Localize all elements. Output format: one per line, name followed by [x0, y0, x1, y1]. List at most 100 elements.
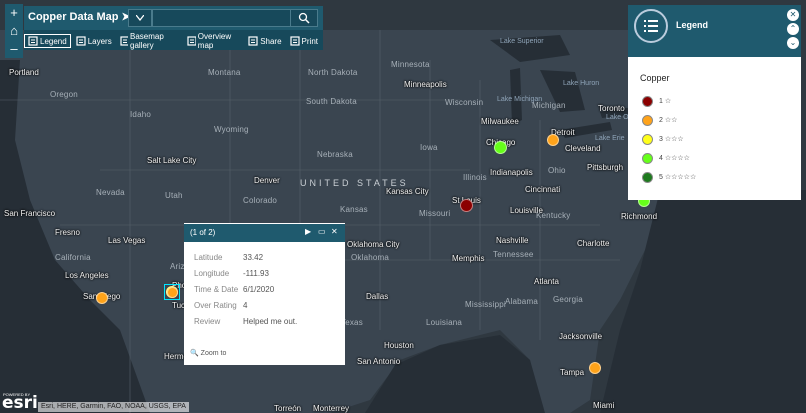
legend-item-label: 2 ☆☆ — [659, 117, 678, 124]
tool-bar: Legend Layers Basemap gallery Overview map S… — [24, 32, 323, 50]
place-label: Illinois — [463, 173, 487, 182]
place-label: Nashville — [496, 236, 529, 245]
toolbar-item-label: Basemap gallery — [130, 32, 164, 50]
legend-item-label: 5 ☆☆☆☆☆ — [659, 174, 697, 181]
place-label: Cleveland — [565, 144, 601, 153]
basemap-icon — [120, 36, 129, 46]
place-label: UNITED STATES — [300, 178, 409, 188]
legend-title: Legend — [676, 20, 709, 30]
place-label: Michigan — [532, 101, 566, 110]
toolbar-item-overview-map[interactable]: Overview map — [184, 32, 243, 50]
place-label: Denver — [254, 176, 280, 185]
search-button[interactable] — [290, 10, 317, 26]
legend-item: 3 ☆☆☆ — [642, 132, 684, 146]
popup-count: (1 of 2) — [190, 228, 216, 237]
place-label: Mississippi — [465, 300, 506, 309]
place-label: Charlotte — [577, 239, 610, 248]
search-source-dropdown[interactable] — [128, 9, 152, 27]
legend-toggle-button[interactable] — [634, 9, 668, 43]
place-label: Cincinnati — [525, 185, 561, 194]
place-label: Fresno — [55, 228, 80, 237]
legend-swatch — [642, 114, 653, 126]
list-icon — [644, 20, 658, 32]
place-label: Iowa — [420, 143, 438, 152]
toolbar-item-legend[interactable]: Legend — [24, 34, 71, 48]
place-label: Jacksonville — [559, 332, 603, 341]
place-label: Los Angeles — [65, 271, 109, 280]
place-label: Portland — [9, 68, 39, 77]
place-label: Colorado — [243, 196, 278, 205]
place-label: Lake Huron — [563, 80, 600, 87]
rating-marker[interactable] — [96, 292, 108, 304]
place-label: Utah — [165, 191, 183, 200]
popup-field-label: Over Rating — [194, 301, 237, 310]
legend-item: 5 ☆☆☆☆☆ — [642, 170, 696, 184]
zoom-control: + ⌂ – — [5, 4, 23, 58]
legend-item: 4 ☆☆☆☆ — [642, 151, 690, 165]
toolbar-item-layers[interactable]: Layers — [73, 34, 115, 48]
zoom-out-button[interactable]: – — [5, 40, 23, 58]
popup-field-label: Longitude — [194, 269, 230, 278]
place-label: Missouri — [419, 209, 451, 218]
popup-field-value: 4 — [243, 301, 248, 310]
chevron-up-icon[interactable]: ⌃ — [787, 23, 799, 35]
place-label: Georgia — [553, 295, 583, 304]
toolbar-item-print[interactable]: Print — [287, 34, 321, 48]
place-label: Memphis — [452, 254, 485, 263]
popup-field-label: Time & Date — [194, 285, 239, 294]
popup-field-value: -111.93 — [243, 269, 269, 278]
place-label: Idaho — [130, 110, 152, 119]
app-title[interactable]: Copper Data Map ➤ — [28, 10, 131, 23]
rating-marker[interactable] — [460, 199, 473, 212]
place-label: Wisconsin — [445, 98, 484, 107]
rating-marker[interactable] — [547, 134, 559, 146]
place-label: Kansas City — [386, 187, 429, 196]
rating-marker[interactable] — [494, 141, 507, 154]
place-label: Miami — [593, 401, 615, 410]
place-label: Atlanta — [534, 277, 559, 286]
next-feature-icon[interactable]: ▶ — [305, 227, 311, 236]
rating-marker[interactable] — [589, 362, 601, 374]
home-button[interactable]: ⌂ — [5, 22, 23, 40]
close-icon[interactable]: ✕ — [787, 9, 799, 21]
search-box — [152, 9, 318, 27]
popup-field-value: Helped me out. — [243, 317, 298, 326]
chevron-down-icon[interactable]: ⌄ — [787, 37, 799, 49]
toolbar-item-label: Print — [301, 36, 318, 46]
place-label: Lake Erie — [595, 135, 625, 142]
toolbar-item-label: Share — [260, 36, 282, 46]
place-label: Indianapolis — [490, 168, 533, 177]
place-label: Nebraska — [317, 150, 353, 159]
legend-item: 1 ☆ — [642, 94, 671, 108]
toolbar-item-basemap-gallery[interactable]: Basemap gallery — [117, 32, 183, 50]
legend-item-label: 3 ☆☆☆ — [659, 136, 684, 143]
toolbar-item-label: Layers — [87, 36, 112, 46]
place-label: Oregon — [50, 90, 78, 99]
legend-item: 2 ☆☆ — [642, 113, 677, 127]
popup-field-value: 6/1/2020 — [243, 285, 275, 294]
popup-field-value: 33.42 — [243, 253, 264, 262]
place-label: Dallas — [366, 292, 389, 301]
place-label: Monterrey — [313, 404, 350, 413]
toolbar-item-share[interactable]: Share — [245, 34, 284, 48]
close-icon[interactable]: ✕ — [331, 227, 338, 236]
place-label: Pittsburgh — [587, 163, 624, 172]
place-label: Ohio — [548, 166, 566, 175]
search-input[interactable] — [155, 11, 293, 27]
zoom-in-button[interactable]: + — [5, 4, 23, 22]
place-label: California — [55, 253, 91, 262]
place-label: Torreón — [274, 404, 302, 413]
toolbar-item-label: Overview map — [197, 32, 232, 50]
popup-field-label: Review — [194, 317, 221, 326]
zoom-to-link[interactable]: 🔍 Zoom to — [190, 349, 226, 357]
maximize-icon[interactable]: ▭ — [318, 227, 326, 236]
legend-swatch — [642, 95, 653, 107]
place-label: South Dakota — [306, 97, 357, 106]
selected-marker[interactable] — [167, 287, 178, 298]
place-label: Lake Superior — [500, 38, 544, 45]
esri-logo[interactable]: esri — [2, 393, 38, 413]
place-label: Oklahoma City — [347, 240, 400, 249]
place-label: Kentucky — [536, 211, 571, 220]
place-label: Montana — [208, 68, 241, 77]
map-attribution: Esri, HERE, Garmin, FAO, NOAA, USGS, EPA — [38, 402, 189, 412]
